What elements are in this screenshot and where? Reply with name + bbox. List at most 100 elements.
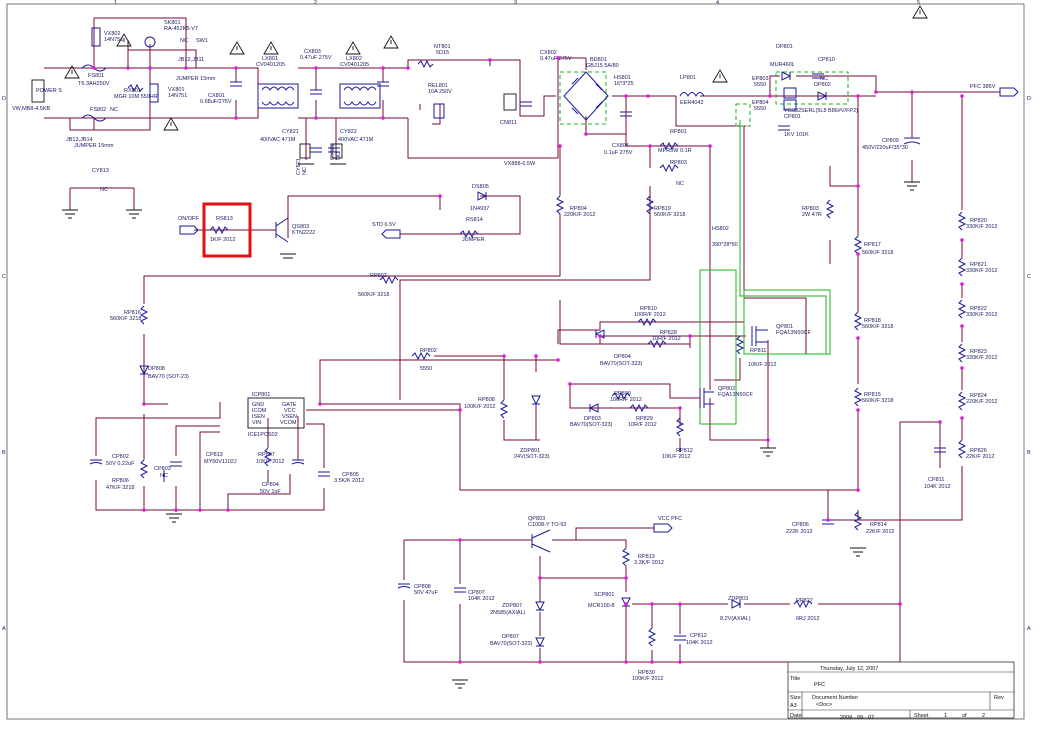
heatsink-hs802-outline <box>739 120 827 354</box>
label-rp827-val: 6RJ 2012 <box>796 616 820 622</box>
label-cp811-ref: CP811 <box>928 477 944 483</box>
label-rp814-ref: RP814 <box>870 522 887 528</box>
label-rp820-val: 330K/F 2012 <box>966 224 998 230</box>
label-rp817-val: 560K/F 3218 <box>862 250 894 256</box>
zener-zdp807 <box>535 601 545 612</box>
resistor-rp804 <box>555 195 565 215</box>
heatsink-ep-outline <box>735 103 751 127</box>
row-marker: B <box>1027 450 1031 456</box>
port-vcc-pfc <box>653 523 673 533</box>
capacitor-cp812 <box>674 635 686 641</box>
label-dp804-val: BAV70(SOT-323) <box>600 361 643 367</box>
label-rp827-ref: RP827 <box>796 598 813 604</box>
label-rs813-ref: RS813 <box>216 216 233 222</box>
label-dp801-ref: DP801 <box>776 44 793 50</box>
label-vx888: VX888-0.5W <box>504 161 536 167</box>
label-std: STD 6.5V <box>372 222 396 228</box>
label-rp822-val: 330K/F 2012 <box>966 312 998 318</box>
mosfet-qp802 <box>699 388 714 408</box>
capacitor-cx801 <box>230 81 242 87</box>
label-cp804-val: 50V 1uF <box>260 489 281 495</box>
label-fs801-ref: FS801 <box>88 73 104 79</box>
label-vx801-val: 14N751 <box>168 93 187 99</box>
label-dp808-ref: DP808 <box>148 366 165 372</box>
capacitor-cp807 <box>454 587 466 593</box>
label-cp807-val: 104K 2012 <box>468 596 495 602</box>
label-nt801-val: 5D15 <box>436 50 449 56</box>
row-marker: C <box>1027 274 1031 280</box>
label-lp801-val: EER4042 <box>680 100 704 106</box>
mosfet-qp801 <box>751 326 768 346</box>
label-cp812-val: 104K 2012 <box>686 640 713 646</box>
label-rp826-val: 22K/F 2012 <box>966 454 994 460</box>
label-cp811-val: 104K 2012 <box>924 484 951 490</box>
label-rp816-val: 560K/F 3218 <box>110 316 142 322</box>
label-cy822n-val: NC <box>336 152 342 160</box>
label-rp807-ref: RP807 <box>258 452 275 458</box>
port-pfc-out <box>999 87 1019 97</box>
label-cp806-ref: CP806 <box>792 522 809 528</box>
label-rp808-ref: RP808 <box>478 397 495 403</box>
label-qp803-val: C1008-Y TO-92 <box>528 522 567 528</box>
label-qp801-val: FQA13N50CF <box>776 330 811 336</box>
title-block-size-label: Size <box>790 695 801 701</box>
resistor-rp808 <box>499 399 509 419</box>
transistor-qp803 <box>531 529 551 553</box>
label-rel801-val: 10A 250V <box>428 89 452 95</box>
label-rp818-val: 560K/F 3218 <box>862 324 894 330</box>
label-cp803-ref: CP803 <box>154 466 171 472</box>
row-marker: B <box>2 450 6 456</box>
col-marker: 1 <box>114 0 117 6</box>
label-hs802-ref: HS802 <box>712 226 729 232</box>
ic-pin-vin: VIN <box>252 420 261 426</box>
label-ep803-val: 5550 <box>754 82 766 88</box>
title-block-date: 2009 - 09 - 07 <box>840 715 874 721</box>
label-rp817-ref: RP817 <box>864 242 881 248</box>
label-rp801-ref: RP801 <box>670 129 687 135</box>
label-zdp807-val: 2N585(AXIAL) <box>490 610 526 616</box>
capacitor-cp808 <box>397 583 411 589</box>
label-rp803-ref: RP803 <box>670 160 687 166</box>
col-marker: 5 <box>917 0 920 6</box>
label-rp813-val: 3.3K/F 2012 <box>634 560 664 566</box>
title-block-title-label: Title <box>790 676 800 682</box>
label-rp809-val: 100R/F 2012 <box>610 397 642 403</box>
resistor-rp820 <box>957 211 967 231</box>
label-cy821-ref: CY821 <box>282 129 299 135</box>
label-lx801-val: CV0401205 <box>256 62 285 68</box>
title-block-size: A3 <box>790 703 797 709</box>
label-scp801-ref: SCP801 <box>594 592 615 598</box>
resistor-rp816 <box>139 305 149 325</box>
row-marker: C <box>2 274 6 280</box>
label-rp801-val: MPR5W 0.1R <box>658 148 692 154</box>
resistor-rp818 <box>853 311 863 331</box>
capacitor-cy821 <box>310 147 322 153</box>
label-rp804-val: 220K/F 2012 <box>564 212 596 218</box>
label-sw1-ref: SW1 <box>196 38 208 44</box>
label-cp809-val: 450V/220uF/35*30 <box>862 145 908 151</box>
resistor-rp823 <box>957 343 967 363</box>
title-block-of-label: of <box>962 713 967 719</box>
title-block-sheet: 1 <box>944 713 947 719</box>
relay-rel801 <box>433 103 445 119</box>
heatsink-qp802-outline <box>699 269 737 425</box>
label-cp806-val: 222K 2012 <box>786 529 813 535</box>
title-block-rev-label: Rev <box>994 695 1004 701</box>
label-rp802-ref: RP802 <box>370 273 387 279</box>
label-rp823-val: 330K/F 2012 <box>966 355 998 361</box>
capacitor-cn811 <box>520 101 532 107</box>
label-ds805-ref: DS805 <box>472 184 489 190</box>
label-cn811: CN811 <box>500 120 517 126</box>
label-ep804-val: 5550 <box>754 106 766 112</box>
capacitor-cp801 <box>778 125 790 131</box>
label-cp804-ref: CP804 <box>262 482 279 488</box>
label-icp801-ref: ICP801 <box>252 392 270 398</box>
label-cx804-val: 0.1uF 275V <box>604 150 633 156</box>
label-rp810-val: 100R/F 2012 <box>634 312 666 318</box>
row-marker: D <box>1027 96 1031 102</box>
label-lx802-val: CV0401205 <box>340 62 369 68</box>
label-cp810-ref: CP810 <box>818 57 835 63</box>
label-cp802-ref: CP802 <box>112 454 129 460</box>
ic-pin-vcom: VCOM <box>280 420 297 426</box>
title-block-docnum: <Doc> <box>816 702 832 708</box>
